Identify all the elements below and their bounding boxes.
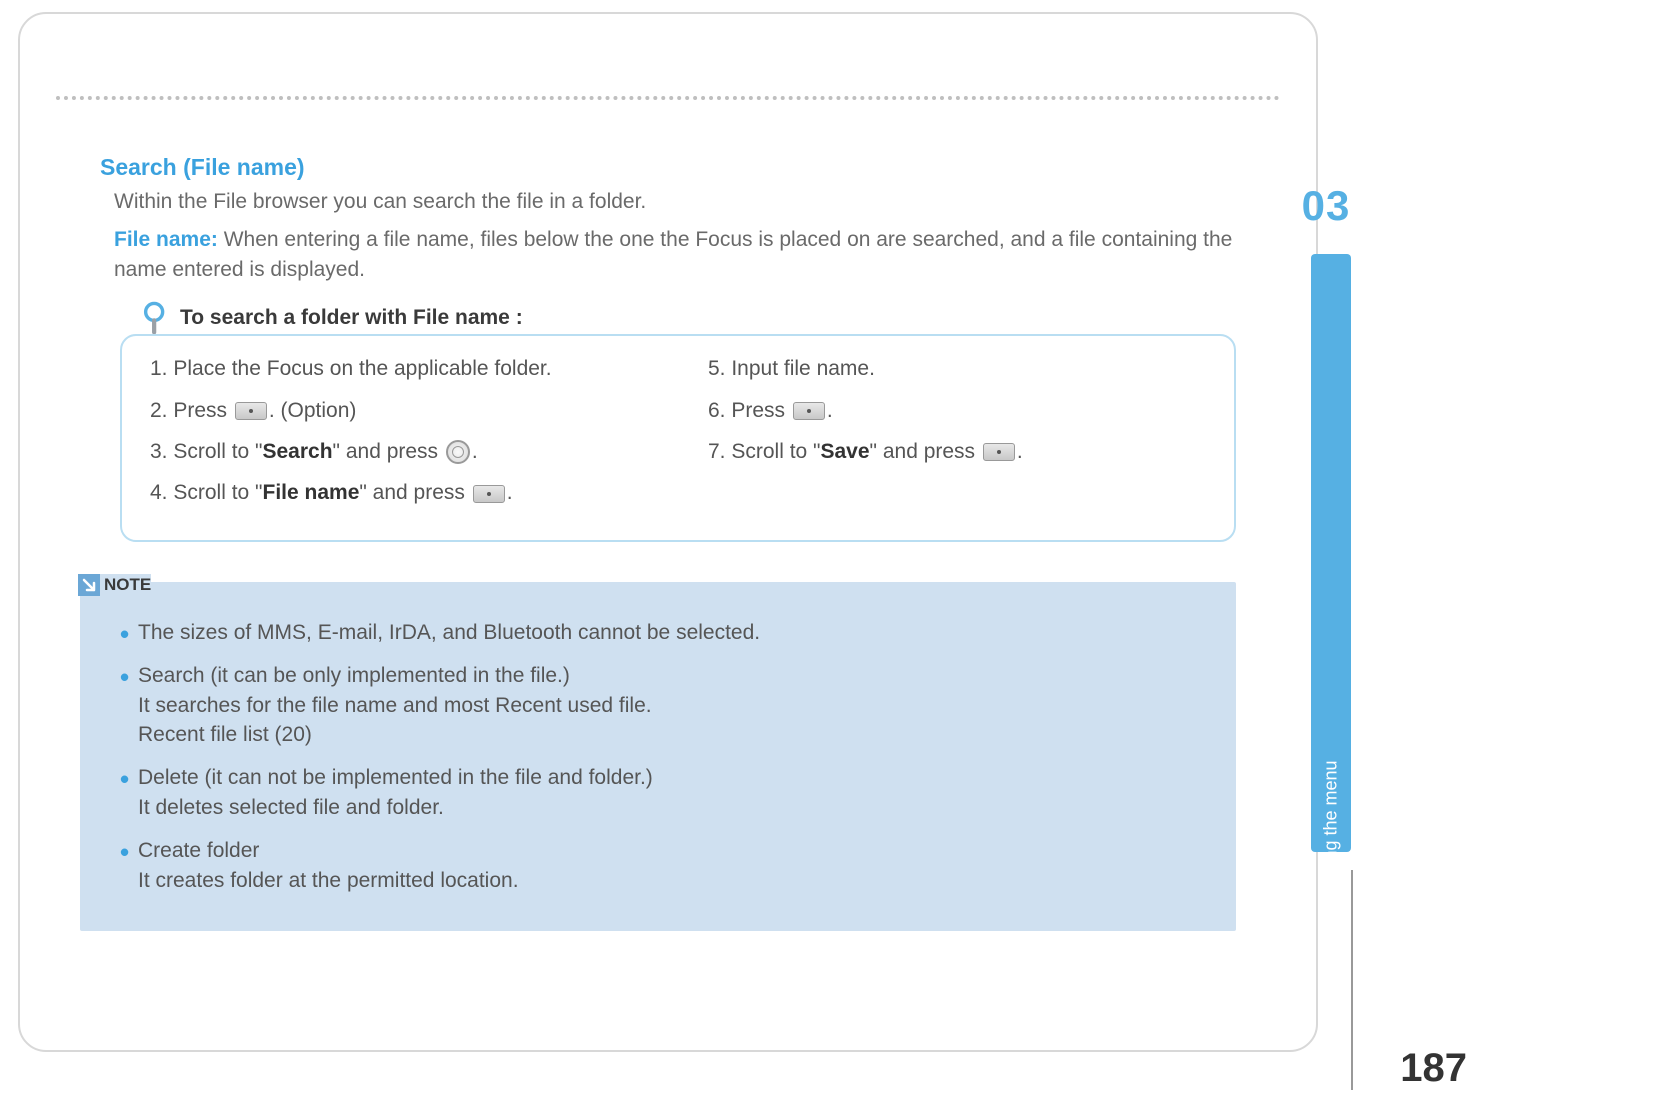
softkey-icon xyxy=(473,485,505,503)
note-tag: NOTE xyxy=(78,574,151,596)
step-2-post: . (Option) xyxy=(269,399,357,422)
step-2: 2. Press . (Option) xyxy=(150,396,648,425)
step-4-bold: File name xyxy=(263,481,360,504)
softkey-icon xyxy=(235,402,267,420)
step-3-post: . xyxy=(472,440,478,463)
step-4-mid: " and press xyxy=(359,481,470,504)
chapter-tab-bar: Using the menu xyxy=(1311,254,1351,852)
note-4a: Create folder xyxy=(138,839,259,862)
section-title: Search (File name) xyxy=(100,154,1236,181)
note-list: The sizes of MMS, E-mail, IrDA, and Blue… xyxy=(120,618,1212,895)
step-5: 5. Input file name. xyxy=(708,354,1206,383)
steps-header: To search a folder with File name : xyxy=(130,306,1236,330)
magnifier-icon xyxy=(138,300,172,334)
step-4: 4. Scroll to "File name" and press . xyxy=(150,478,648,507)
note-label: NOTE xyxy=(104,575,151,594)
page-frame: Search (File name) Within the File brows… xyxy=(18,12,1318,1052)
step-4-pre: 4. Scroll to " xyxy=(150,481,263,504)
vertical-separator xyxy=(1351,870,1353,1090)
note-item-2: Search (it can be only implemented in th… xyxy=(120,661,1212,749)
note-arrow-icon xyxy=(78,574,100,596)
note-3a: Delete (it can not be implemented in the… xyxy=(138,766,653,789)
chapter-number: 03 xyxy=(1297,182,1355,242)
step-1-text: 1. Place the Focus on the applicable fol… xyxy=(150,357,552,380)
steps-right-column: 5. Input file name. 6. Press . 7. Scroll… xyxy=(708,354,1206,520)
step-3: 3. Scroll to "Search" and press . xyxy=(150,437,648,466)
step-7-bold: Save xyxy=(821,440,870,463)
step-2-pre: 2. Press xyxy=(150,399,233,422)
step-6: 6. Press . xyxy=(708,396,1206,425)
step-7: 7. Scroll to "Save" and press . xyxy=(708,437,1206,466)
step-6-post: . xyxy=(827,399,833,422)
note-1-text: The sizes of MMS, E-mail, IrDA, and Blue… xyxy=(138,621,760,644)
step-3-pre: 3. Scroll to " xyxy=(150,440,263,463)
steps-box: 1. Place the Focus on the applicable fol… xyxy=(120,334,1236,542)
step-6-pre: 6. Press xyxy=(708,399,791,422)
step-4-post: . xyxy=(507,481,513,504)
note-2b: It searches for the file name and most R… xyxy=(138,694,652,717)
step-7-post: . xyxy=(1017,440,1023,463)
note-item-1: The sizes of MMS, E-mail, IrDA, and Blue… xyxy=(120,618,1212,647)
steps-columns: 1. Place the Focus on the applicable fol… xyxy=(150,354,1206,520)
step-3-bold: Search xyxy=(263,440,333,463)
step-3-mid: " and press xyxy=(333,440,444,463)
step-5-text: 5. Input file name. xyxy=(708,357,875,380)
file-name-paragraph: File name: When entering a file name, fi… xyxy=(100,225,1236,284)
chapter-side-tab: 03 Using the menu xyxy=(1297,182,1355,852)
steps-header-text: To search a folder with File name : xyxy=(180,306,523,329)
note-item-4: Create folder It creates folder at the p… xyxy=(120,836,1212,895)
note-4b: It creates folder at the permitted locat… xyxy=(138,869,519,892)
section-intro: Within the File browser you can search t… xyxy=(100,187,1236,217)
step-7-mid: " and press xyxy=(870,440,981,463)
file-name-text: When entering a file name, files below t… xyxy=(114,228,1232,280)
navkey-icon xyxy=(446,440,470,464)
softkey-icon xyxy=(983,443,1015,461)
softkey-icon xyxy=(793,402,825,420)
note-3b: It deletes selected file and folder. xyxy=(138,796,444,819)
steps-left-column: 1. Place the Focus on the applicable fol… xyxy=(150,354,648,520)
note-2c: Recent file list (20) xyxy=(138,723,312,746)
step-7-pre: 7. Scroll to " xyxy=(708,440,821,463)
note-item-3: Delete (it can not be implemented in the… xyxy=(120,763,1212,822)
step-1: 1. Place the Focus on the applicable fol… xyxy=(150,354,648,383)
content-area: Search (File name) Within the File brows… xyxy=(100,154,1236,931)
note-box: NOTE The sizes of MMS, E-mail, IrDA, and… xyxy=(80,582,1236,931)
note-2a: Search (it can be only implemented in th… xyxy=(138,664,570,687)
chapter-label: Using the menu xyxy=(1321,760,1342,886)
dotted-divider xyxy=(56,96,1280,100)
page-number: 187 xyxy=(1400,1046,1467,1091)
file-name-label: File name: xyxy=(114,228,218,251)
